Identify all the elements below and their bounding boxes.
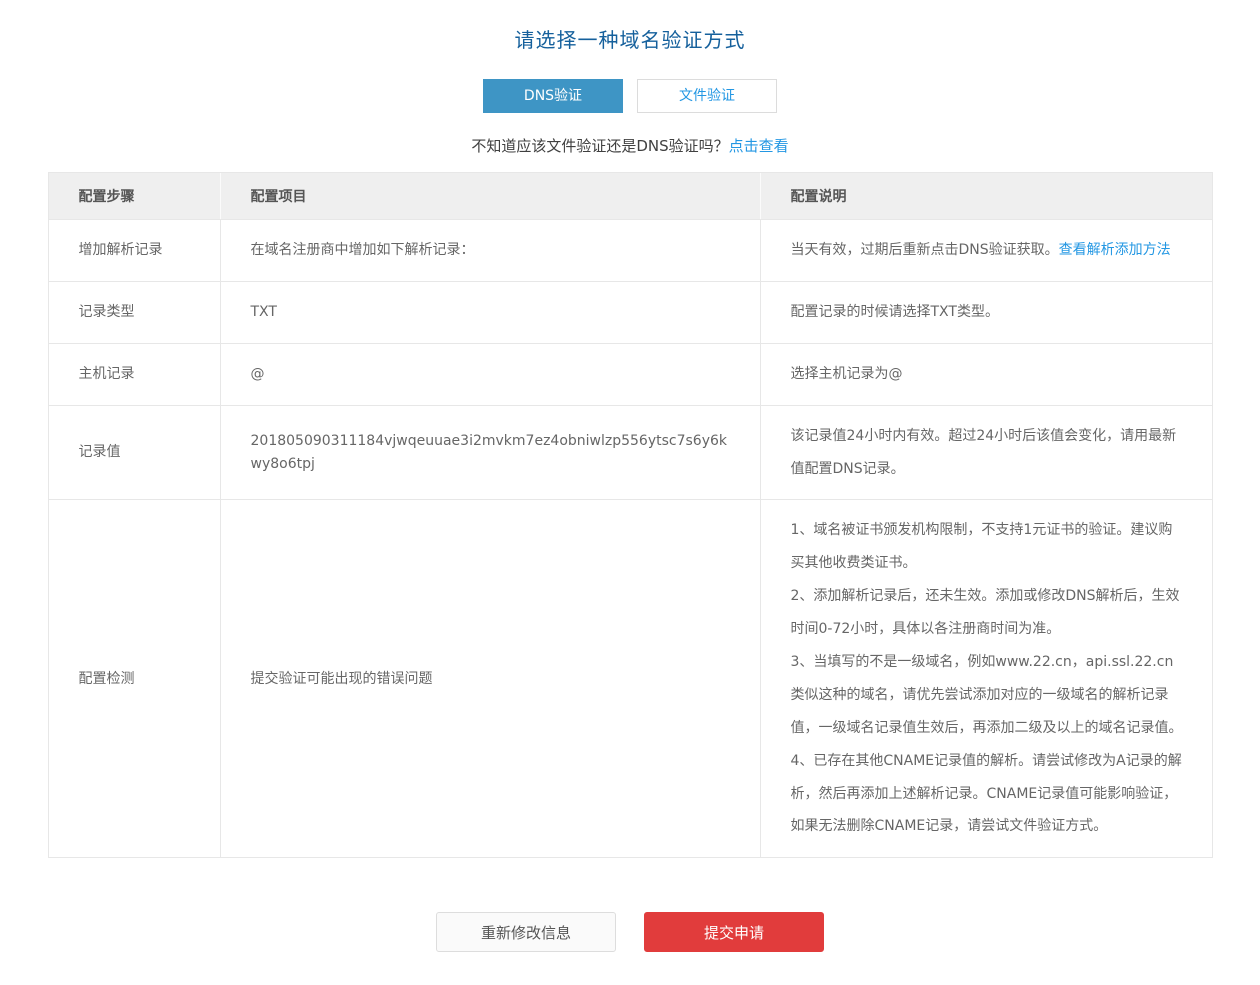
table-row-config-check: 配置检测 提交验证可能出现的错误问题 1、域名被证书颁发机构限制，不支持1元证书…	[48, 500, 1212, 858]
table-row-host-record: 主机记录 @ 选择主机记录为@	[48, 343, 1212, 405]
desc-text: 当天有效，过期后重新点击DNS验证获取。	[791, 242, 1059, 258]
table-row-record-value: 记录值 201805090311184vjwqeuuae3i2mvkm7ez4o…	[48, 405, 1212, 500]
table-row-record-type: 记录类型 TXT 配置记录的时候请选择TXT类型。	[48, 281, 1212, 343]
step-cell: 记录值	[48, 405, 220, 500]
table-header-row: 配置步骤 配置项目 配置说明	[48, 173, 1212, 220]
error-tip-1: 1、域名被证书颁发机构限制，不支持1元证书的验证。建议购买其他收费类证书。	[791, 514, 1184, 580]
item-cell: 在域名注册商中增加如下解析记录：	[220, 220, 760, 282]
submit-application-button[interactable]: 提交申请	[644, 912, 824, 952]
desc-cell: 配置记录的时候请选择TXT类型。	[760, 281, 1212, 343]
column-header-step: 配置步骤	[48, 173, 220, 220]
tab-file-verification[interactable]: 文件验证	[637, 79, 777, 113]
column-header-item: 配置项目	[220, 173, 760, 220]
step-cell: 配置检测	[48, 500, 220, 858]
record-value-cell: 201805090311184vjwqeuuae3i2mvkm7ez4obniw…	[220, 405, 760, 500]
hint-text: 不知道应该文件验证还是DNS验证吗？	[471, 137, 728, 155]
step-cell: 主机记录	[48, 343, 220, 405]
column-header-desc: 配置说明	[760, 173, 1212, 220]
error-tip-4: 4、已存在其他CNAME记录值的解析。请尝试修改为A记录的解析，然后再添加上述解…	[791, 745, 1184, 844]
item-cell: TXT	[220, 281, 760, 343]
error-tip-2: 2、添加解析记录后，还未生效。添加或修改DNS解析后，生效时间0-72小时，具体…	[791, 580, 1184, 646]
step-cell: 记录类型	[48, 281, 220, 343]
error-tips-cell: 1、域名被证书颁发机构限制，不支持1元证书的验证。建议购买其他收费类证书。 2、…	[760, 500, 1212, 858]
verification-method-tabs: DNS验证 文件验证	[0, 79, 1260, 113]
desc-cell: 选择主机记录为@	[760, 343, 1212, 405]
item-cell: 提交验证可能出现的错误问题	[220, 500, 760, 858]
error-tip-3: 3、当填写的不是一级域名，例如www.22.cn，api.ssl.22.cn类似…	[791, 646, 1184, 745]
view-dns-howto-link[interactable]: 查看解析添加方法	[1059, 242, 1171, 258]
desc-cell: 该记录值24小时内有效。超过24小时后该值会变化，请用最新值配置DNS记录。	[760, 405, 1212, 500]
verification-hint: 不知道应该文件验证还是DNS验证吗？点击查看	[0, 135, 1260, 156]
step-cell: 增加解析记录	[48, 220, 220, 282]
modify-info-button[interactable]: 重新修改信息	[436, 912, 616, 952]
item-cell: @	[220, 343, 760, 405]
dns-config-table: 配置步骤 配置项目 配置说明 增加解析记录 在域名注册商中增加如下解析记录： 当…	[48, 172, 1213, 858]
tab-dns-verification[interactable]: DNS验证	[483, 79, 623, 113]
desc-cell: 当天有效，过期后重新点击DNS验证获取。查看解析添加方法	[760, 220, 1212, 282]
table-row-add-record: 增加解析记录 在域名注册商中增加如下解析记录： 当天有效，过期后重新点击DNS验…	[48, 220, 1212, 282]
hint-view-link[interactable]: 点击查看	[729, 137, 789, 155]
footer-actions: 重新修改信息 提交申请	[0, 912, 1260, 985]
page-title: 请选择一种域名验证方式	[0, 24, 1260, 53]
